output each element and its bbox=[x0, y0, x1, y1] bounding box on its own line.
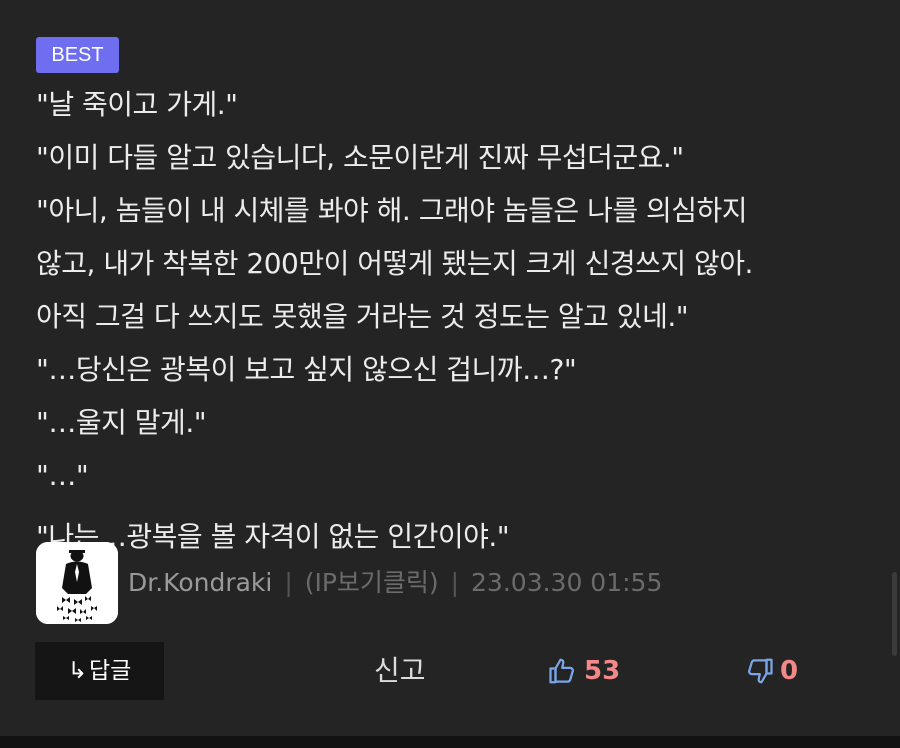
best-badge: BEST bbox=[36, 37, 119, 73]
comment-line: "이미 다들 알고 있습니다, 소문이란게 진짜 무섭더군요." bbox=[36, 141, 684, 174]
author-row: Dr.Kondraki | (IP보기클릭) | 23.03.30 01:55 bbox=[36, 542, 876, 624]
comment-view: BEST "날 죽이고 가게." "이미 다들 알고 있습니다, 소문이란게 진… bbox=[0, 0, 900, 748]
report-button[interactable]: 신고 bbox=[366, 642, 434, 700]
comment-actions: ↳답글 신고 53 0 bbox=[0, 640, 900, 702]
scrollbar[interactable] bbox=[892, 572, 897, 656]
comment-line: 아직 그걸 다 쓰지도 못했을 거라는 것 정도는 알고 있네." bbox=[36, 300, 689, 333]
thumbs-up-icon bbox=[549, 658, 574, 684]
ip-view-link[interactable]: (IP보기클릭) bbox=[305, 568, 439, 597]
comment-date: 23.03.30 01:55 bbox=[471, 568, 663, 597]
comment-line: "…당신은 광복이 보고 싶지 않으신 겁니까…?" bbox=[36, 353, 577, 386]
comment-body: "날 죽이고 가게." "이미 다들 알고 있습니다, 소문이란게 진짜 무섭더… bbox=[36, 78, 886, 563]
reply-label: 답글 bbox=[88, 658, 132, 684]
meta-separator: | bbox=[284, 568, 293, 597]
thumbs-down-icon bbox=[748, 658, 773, 684]
comment-line: 않고, 내가 착복한 200만이 어떻게 됐는지 크게 신경쓰지 않아. bbox=[36, 247, 753, 280]
upvote-count: 53 bbox=[584, 656, 621, 686]
reply-button[interactable]: ↳답글 bbox=[35, 642, 164, 700]
meta-separator: | bbox=[450, 568, 460, 597]
avatar[interactable] bbox=[36, 542, 118, 624]
comment-line: "…울지 말게." bbox=[36, 406, 207, 439]
downvote-count: 0 bbox=[780, 656, 799, 686]
comment-line: "아니, 놈들이 내 시체를 봐야 해. 그래야 놈들은 나를 의심하지 bbox=[36, 194, 748, 227]
silhouette-butterflies-icon bbox=[36, 542, 118, 624]
comment-meta: Dr.Kondraki | (IP보기클릭) | 23.03.30 01:55 bbox=[128, 566, 662, 600]
reply-arrow-icon: ↳ bbox=[67, 658, 87, 684]
author-name[interactable]: Dr.Kondraki bbox=[128, 568, 272, 597]
comment-line: "…" bbox=[36, 459, 89, 492]
downvote-button[interactable]: 0 bbox=[744, 642, 798, 700]
comment-line: "날 죽이고 가게." bbox=[36, 88, 238, 121]
upvote-button[interactable]: 53 bbox=[548, 642, 620, 700]
bottom-divider bbox=[0, 736, 900, 748]
